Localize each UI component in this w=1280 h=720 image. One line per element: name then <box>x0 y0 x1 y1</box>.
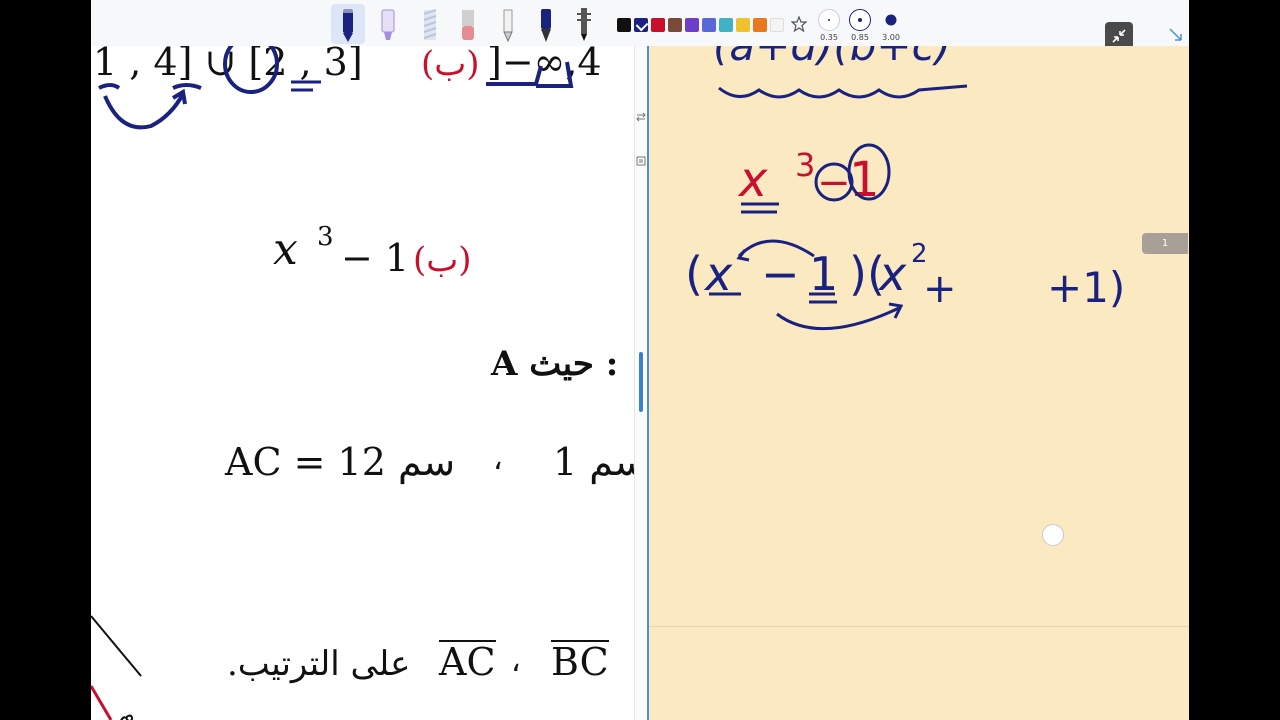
page-icon[interactable] <box>636 156 646 166</box>
question-expression-power: 3 <box>317 222 334 252</box>
pen-cursor <box>1042 524 1064 546</box>
fountain-pen-tool[interactable] <box>529 4 563 44</box>
brush-tool[interactable] <box>567 4 601 44</box>
favorite-star-icon[interactable] <box>791 16 807 32</box>
color-swatch-orange[interactable] <box>753 18 767 32</box>
pencil-tool[interactable] <box>491 4 525 44</box>
factor-x2: x <box>877 247 907 301</box>
respectively-text: على الترتيب. <box>227 644 411 684</box>
document-page: 1 , 4] ∪ [2 , 3] (ب) ]−∞,4 x 3 − 1 (ب) A… <box>91 46 634 720</box>
segment-bc: BC <box>551 640 609 684</box>
notebook-page: (a+d)(b+c) x 3 − 1 ( x − 1 )( x 2 + +1) <box>647 46 1189 720</box>
part-label-b: (ب) <box>413 240 472 280</box>
factor-open: ( <box>685 247 703 301</box>
expand-arrow-icon[interactable] <box>1167 26 1185 44</box>
pane-scrollbar[interactable] <box>639 352 643 412</box>
svg-text:سم: سم <box>118 700 159 720</box>
color-swatch-navy[interactable] <box>634 18 648 32</box>
factor-plus: + <box>923 266 957 312</box>
question-expression-base: x <box>273 224 298 275</box>
pen-tool[interactable] <box>331 4 365 44</box>
page-number-badge[interactable]: 1 <box>1142 233 1188 254</box>
color-swatch-black[interactable] <box>617 18 631 32</box>
question-expression-rest: − 1 <box>341 236 410 280</box>
handwritten-annotations <box>98 46 574 130</box>
handwritten-notes: (a+d)(b+c) x 3 − 1 ( x − 1 )( x 2 + +1) <box>685 46 1125 331</box>
triangle-diagram-fragment: سم <box>91 615 159 720</box>
factor-power: 2 <box>911 239 928 269</box>
color-swatch-brown[interactable] <box>668 18 682 32</box>
segment-ac: AC <box>439 640 496 684</box>
ac-measure-text: سم 12 = AC <box>225 440 456 484</box>
factor-end: +1) <box>1047 263 1125 312</box>
measure-separator: ، <box>493 442 503 477</box>
size-option-small[interactable] <box>818 9 840 31</box>
size-option-medium[interactable] <box>849 9 871 31</box>
color-swatch-red[interactable] <box>651 18 665 32</box>
color-swatch-purple[interactable] <box>685 18 699 32</box>
pane-divider[interactable] <box>634 46 648 720</box>
drawing-toolbar: 0.35 0.85 3.00 <box>91 0 1189 46</box>
striped-tool[interactable] <box>413 4 447 44</box>
color-swatch-white[interactable] <box>770 18 784 32</box>
color-swatch-blue[interactable] <box>702 18 716 32</box>
color-swatch-teal[interactable] <box>719 18 733 32</box>
eraser-tool[interactable] <box>451 4 485 44</box>
size-label-small: 0.35 <box>820 33 838 42</box>
size-option-large[interactable] <box>880 9 902 31</box>
factor-minus: − <box>761 247 800 301</box>
expr-power: 3 <box>795 146 815 184</box>
expr-x: x <box>737 152 768 208</box>
swap-arrows-icon[interactable] <box>636 112 646 122</box>
measure-cut-text: سم 1 <box>553 440 634 484</box>
where-text: A حيث : <box>491 344 619 384</box>
size-label-large: 3.00 <box>882 33 900 42</box>
color-swatch-yellow[interactable] <box>736 18 750 32</box>
size-label-medium: 0.85 <box>851 33 869 42</box>
segment-separator: ، <box>511 644 521 679</box>
app-window: 0.35 0.85 3.00 1 , 4] ∪ [2 , 3] (ب) ]−∞,… <box>91 0 1189 720</box>
top-expression: (a+d)(b+c) <box>713 46 951 70</box>
highlighter-tool[interactable] <box>371 4 405 44</box>
